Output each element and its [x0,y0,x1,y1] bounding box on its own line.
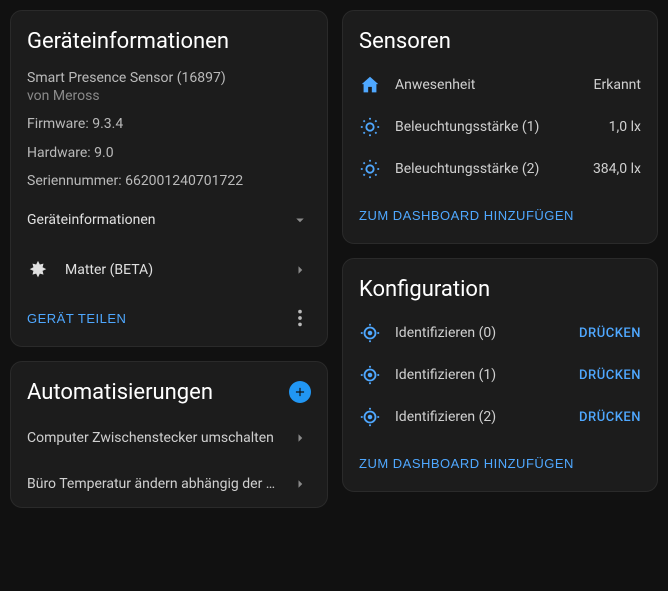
matter-icon [27,259,49,281]
add-automation-button[interactable] [289,381,311,403]
serial-line: Seriennummer: 662001240701722 [11,167,327,195]
device-info-title: Geräteinformationen [11,11,327,64]
share-device-button[interactable]: GERÄT TEILEN [27,305,126,332]
chevron-down-icon [289,209,311,231]
chevron-right-icon [289,427,311,449]
hardware-line: Hardware: 9.0 [11,139,327,167]
sensors-card: Sensoren Anwesenheit Erkannt Beleuchtung… [342,10,658,244]
automation-item[interactable]: Büro Temperatur ändern abhängig der … [11,461,327,507]
chevron-right-icon [289,473,311,495]
device-info-expand[interactable]: Geräteinformationen [11,195,327,245]
firmware-line: Firmware: 9.3.4 [11,110,327,138]
sensor-row[interactable]: Beleuchtungsstärke (1) 1,0 lx [343,106,657,148]
target-icon [359,364,381,386]
config-card: Konfiguration Identifizieren (0) DRÜCKEN… [342,258,658,492]
automations-card: Automatisierungen Computer Zwischensteck… [10,361,328,508]
automations-header: Automatisierungen [11,362,327,415]
config-row: Identifizieren (1) DRÜCKEN [343,354,657,396]
chevron-right-icon [289,259,311,281]
press-button[interactable]: DRÜCKEN [579,368,641,383]
integration-row[interactable]: Matter (BETA) [11,245,327,295]
device-by-prefix: von [27,88,53,104]
device-name-line: Smart Presence Sensor (16897) von Meross [11,64,327,110]
press-button[interactable]: DRÜCKEN [579,326,641,341]
sensors-title: Sensoren [343,11,657,64]
add-to-dashboard-button[interactable]: ZUM DASHBOARD HINZUFÜGEN [359,450,574,477]
device-info-card: Geräteinformationen Smart Presence Senso… [10,10,328,347]
more-menu-button[interactable] [289,307,311,329]
sensor-row[interactable]: Anwesenheit Erkannt [343,64,657,106]
press-button[interactable]: DRÜCKEN [579,410,641,425]
device-manufacturer: Meross [53,88,100,104]
brightness-icon [359,158,381,180]
device-name: Smart Presence Sensor (16897) [27,70,226,86]
automation-item[interactable]: Computer Zwischenstecker umschalten [11,415,327,461]
config-title: Konfiguration [343,259,657,312]
target-icon [359,406,381,428]
sensor-row[interactable]: Beleuchtungsstärke (2) 384,0 lx [343,148,657,190]
config-row: Identifizieren (0) DRÜCKEN [343,312,657,354]
target-icon [359,322,381,344]
home-icon [359,74,381,96]
add-to-dashboard-button[interactable]: ZUM DASHBOARD HINZUFÜGEN [359,202,574,229]
config-row: Identifizieren (2) DRÜCKEN [343,396,657,438]
brightness-icon [359,116,381,138]
